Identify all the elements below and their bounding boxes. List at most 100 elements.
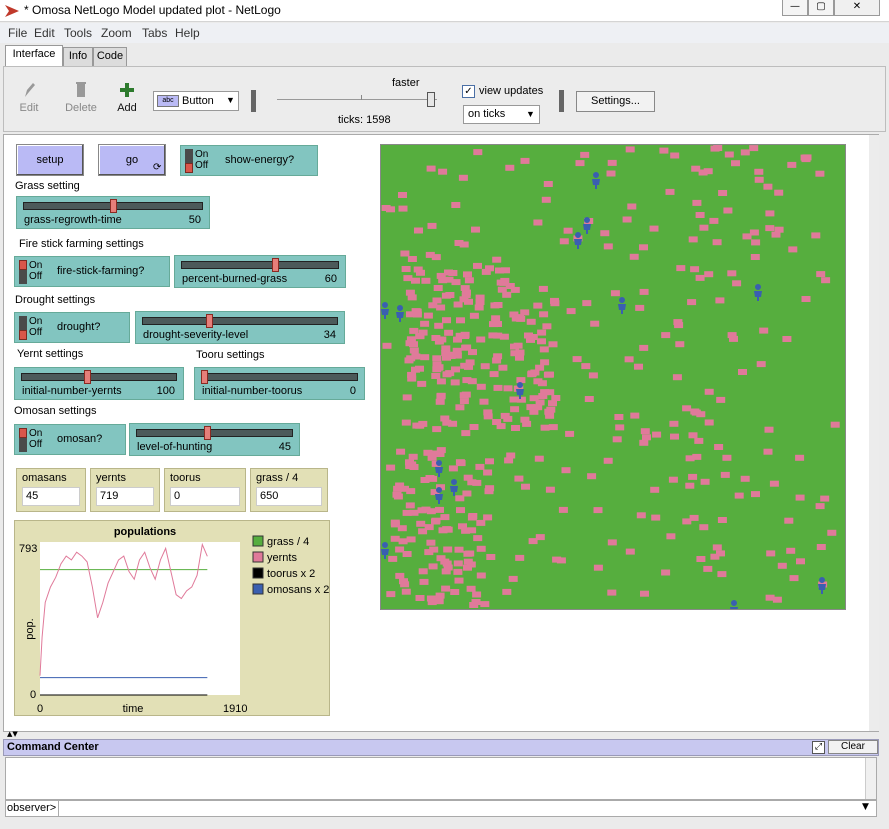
grass-regrowth-time-slider[interactable]: grass-regrowth-time 50 xyxy=(16,196,210,229)
speed-slider-thumb[interactable] xyxy=(426,92,435,107)
maximize-button[interactable]: ▢ xyxy=(808,0,834,16)
speed-slider-track[interactable] xyxy=(277,99,437,100)
yernt-agent xyxy=(471,226,480,233)
toggle-track xyxy=(19,316,27,340)
observer-prompt[interactable]: observer> xyxy=(7,802,56,814)
slider-thumb[interactable] xyxy=(109,199,117,213)
command-input[interactable] xyxy=(58,801,854,816)
menu-zoom[interactable]: Zoom xyxy=(101,26,132,40)
command-input-row[interactable]: observer> ▼ xyxy=(5,800,877,817)
expand-icon[interactable]: ⤢ xyxy=(812,741,825,754)
yernt-agent xyxy=(393,493,403,500)
minimize-button[interactable]: — xyxy=(782,0,808,16)
menu-edit[interactable]: Edit xyxy=(34,26,55,40)
yernt-agent xyxy=(634,363,643,370)
yernt-agent xyxy=(509,396,519,403)
yernt-agent xyxy=(443,546,453,553)
output-scrollbar[interactable] xyxy=(865,758,876,799)
initial-number-yernts-slider[interactable]: initial-number-yernts 100 xyxy=(14,367,184,400)
yernt-agent xyxy=(750,254,760,260)
clear-button[interactable]: Clear xyxy=(828,740,878,754)
grass-monitor: grass / 4 650 xyxy=(250,468,328,512)
yernt-agent xyxy=(763,448,773,455)
yernt-agent xyxy=(640,590,649,597)
update-mode-select[interactable]: on ticks ▼ xyxy=(463,105,540,124)
slider-thumb[interactable] xyxy=(206,314,214,328)
tab-info[interactable]: Info xyxy=(63,47,93,66)
yernt-agent xyxy=(502,291,512,298)
slider-thumb[interactable] xyxy=(271,258,279,272)
yernt-agent xyxy=(390,535,400,542)
toggle-track xyxy=(185,149,193,173)
populations-plot: populations 793 0 pop. 0 1910 time grass… xyxy=(14,520,330,716)
yernt-agent xyxy=(699,524,709,531)
chevron-down-icon[interactable]: ▼ xyxy=(862,802,869,812)
initial-number-toorus-slider[interactable]: initial-number-toorus 0 xyxy=(194,367,365,400)
yernt-agent xyxy=(751,239,761,246)
yernt-agent xyxy=(401,588,411,595)
yernt-agent xyxy=(727,332,737,339)
world-view[interactable] xyxy=(380,144,846,617)
yernt-agent xyxy=(551,395,561,401)
menu-file[interactable]: File xyxy=(8,26,27,40)
menu-tabs[interactable]: Tabs xyxy=(142,26,167,40)
yernt-agent xyxy=(766,550,776,557)
slider-thumb[interactable] xyxy=(203,426,211,440)
yernt-agent xyxy=(440,514,450,521)
yernt-agent xyxy=(566,308,576,315)
yernt-agent xyxy=(527,371,537,378)
toggle-track xyxy=(19,260,27,284)
level-of-hunting-slider[interactable]: level-of-hunting 45 xyxy=(129,423,300,456)
yernt-agent xyxy=(716,550,725,557)
percent-burned-grass-slider[interactable]: percent-burned-grass 60 xyxy=(174,255,346,288)
yernt-agent xyxy=(534,455,544,462)
slider-thumb[interactable] xyxy=(83,370,91,384)
yernt-agent xyxy=(816,544,826,550)
command-center-title: Command Center xyxy=(7,741,99,753)
x-max-label: 1910 xyxy=(223,703,247,715)
drought-switch[interactable]: On Off drought? xyxy=(14,312,130,343)
drought-severity-level-slider[interactable]: drought-severity-level 34 xyxy=(135,311,345,344)
go-button[interactable]: go ⟳ xyxy=(98,144,166,176)
yernt-agent xyxy=(699,224,709,231)
fire-stick-farming-switch[interactable]: On Off fire-stick-farming? xyxy=(14,256,170,287)
slider-thumb[interactable] xyxy=(201,370,208,384)
yernt-agent xyxy=(469,312,479,319)
setup-button[interactable]: setup xyxy=(16,144,84,176)
view-updates-checkbox[interactable]: ✓ xyxy=(462,85,475,98)
add-tool[interactable]: Add xyxy=(112,81,142,114)
splitter-arrows-icon[interactable]: ▲▼ xyxy=(7,731,18,738)
yernt-agent xyxy=(506,452,516,459)
yernt-agent xyxy=(515,354,524,361)
switch-name: drought? xyxy=(57,321,101,333)
omosan-switch[interactable]: On Off omosan? xyxy=(14,424,126,455)
yernt-agent xyxy=(473,149,483,156)
settings-button[interactable]: Settings... xyxy=(576,91,655,112)
widget-type-select[interactable]: abc Button ▼ xyxy=(153,91,239,111)
on-label: On xyxy=(29,260,43,271)
tab-interface[interactable]: Interface xyxy=(5,45,63,67)
yernt-agent xyxy=(607,589,617,596)
yernt-agent xyxy=(435,451,445,457)
show-energy-switch[interactable]: On Off show-energy? xyxy=(180,145,318,176)
delete-tool[interactable]: Delete xyxy=(62,81,100,114)
edit-tool[interactable]: Edit xyxy=(14,81,44,114)
window-title: * Omosa NetLogo Model updated plot - Net… xyxy=(24,3,281,17)
monitor-value: 719 xyxy=(96,487,154,506)
menu-help[interactable]: Help xyxy=(175,26,200,40)
menu-tools[interactable]: Tools xyxy=(64,26,92,40)
close-button[interactable]: ✕ xyxy=(834,0,880,16)
grass-setting-label: Grass setting xyxy=(15,180,80,192)
yernt-agent xyxy=(486,554,496,560)
yernt-agent xyxy=(436,393,446,400)
tab-code[interactable]: Code xyxy=(93,47,127,66)
yernt-agent xyxy=(466,585,476,592)
yernt-agent xyxy=(749,145,759,152)
yernt-agent xyxy=(703,565,713,572)
vertical-scrollbar[interactable] xyxy=(869,135,879,731)
slider-value: 45 xyxy=(278,441,291,453)
yernt-agent xyxy=(670,433,679,440)
yernt-agent xyxy=(473,262,482,269)
yernt-agent xyxy=(420,477,430,483)
yernt-agent xyxy=(661,569,671,576)
